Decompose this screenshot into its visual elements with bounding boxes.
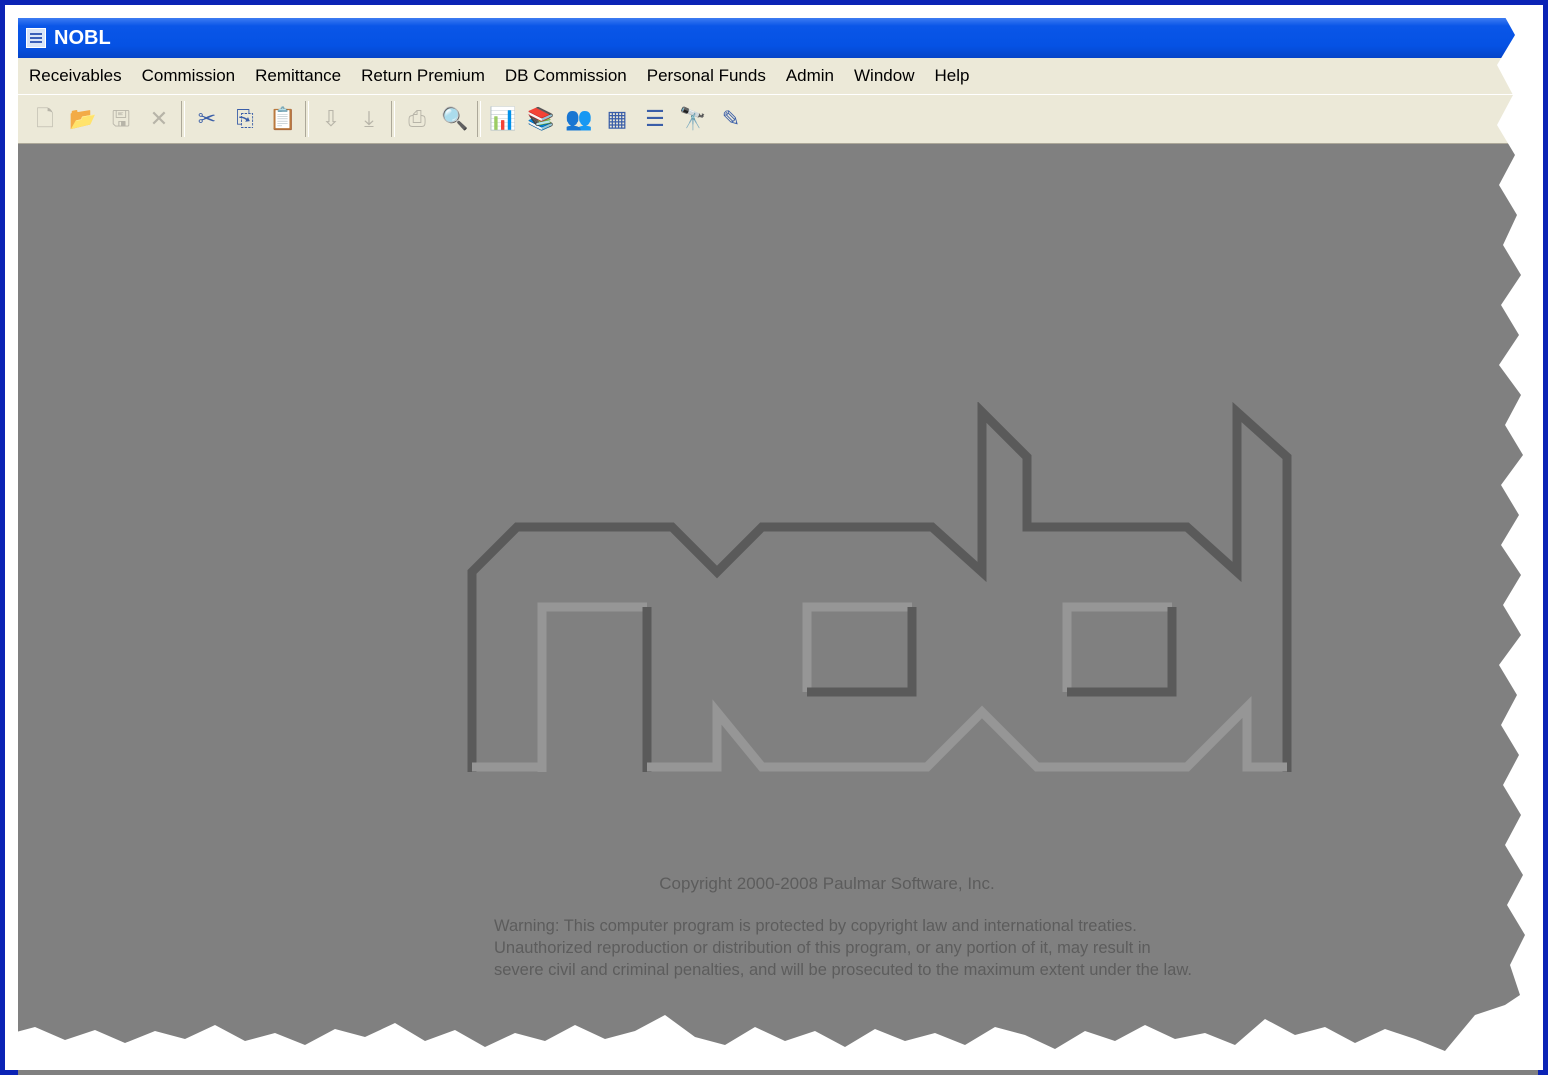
warning-line: Unauthorized reproduction or distributio… [494,939,1151,957]
print-preview-icon[interactable]: 🔍 [440,104,470,134]
find-icon[interactable]: 🔭 [678,104,708,134]
open-icon[interactable]: 📂 [68,104,98,134]
nobl-logo [467,402,1292,772]
import-icon[interactable]: ⇩ [316,104,346,134]
menu-return-premium[interactable]: Return Premium [351,58,495,94]
warning-text: Warning: This computer program is protec… [494,915,1314,981]
toolbar-separator [477,101,481,137]
print-icon[interactable]: ⎙ [402,104,432,134]
calculator-icon[interactable]: ▦ [602,104,632,134]
save-icon[interactable]: 🖫 [106,104,136,134]
menu-commission[interactable]: Commission [132,58,246,94]
cut-icon[interactable]: ✂ [192,104,222,134]
menu-receivables[interactable]: Receivables [18,58,132,94]
warning-line: severe civil and criminal penalties, and… [494,961,1192,979]
warning-line: Warning: This computer program is protec… [494,917,1137,935]
stack-icon[interactable]: 📚 [526,104,556,134]
users-icon[interactable]: 👥 [564,104,594,134]
toolbar-separator [391,101,395,137]
app-window: NOBL Receivables Commission Remittance Retu… [18,18,1538,1075]
menu-help[interactable]: Help [924,58,979,94]
menu-window[interactable]: Window [844,58,924,94]
notepad-icon[interactable]: ✎ [716,104,746,134]
copy-icon[interactable]: ⎘ [230,104,260,134]
menu-admin[interactable]: Admin [776,58,844,94]
app-icon[interactable] [26,28,46,48]
toolbar-separator [305,101,309,137]
window-title: NOBL [54,26,111,49]
export-icon[interactable]: ⤓ [354,104,384,134]
menu-bar: Receivables Commission Remittance Return Pr… [18,58,1538,94]
menu-remittance[interactable]: Remittance [245,58,351,94]
copyright-text: Copyright 2000-2008 Paulmar Software, In… [659,874,995,893]
report-icon[interactable]: 📊 [488,104,518,134]
toolbar: 🗋 📂 🖫 ✕ ✂ ⎘ 📋 ⇩ ⤓ ⎙ 🔍 📊 📚 👥 ▦ ☰ 🔭 ✎ [18,94,1538,144]
list-icon[interactable]: ☰ [640,104,670,134]
delete-icon[interactable]: ✕ [144,104,174,134]
menu-personal-funds[interactable]: Personal Funds [637,58,776,94]
toolbar-separator [181,101,185,137]
paste-icon[interactable]: 📋 [268,104,298,134]
screenshot-frame: NOBL Receivables Commission Remittance Retu… [5,5,1543,1075]
menu-db-commission[interactable]: DB Commission [495,58,637,94]
title-bar[interactable]: NOBL [18,18,1538,58]
mdi-workspace: Copyright 2000-2008 Paulmar Software, In… [18,144,1538,1075]
new-icon[interactable]: 🗋 [30,104,60,134]
